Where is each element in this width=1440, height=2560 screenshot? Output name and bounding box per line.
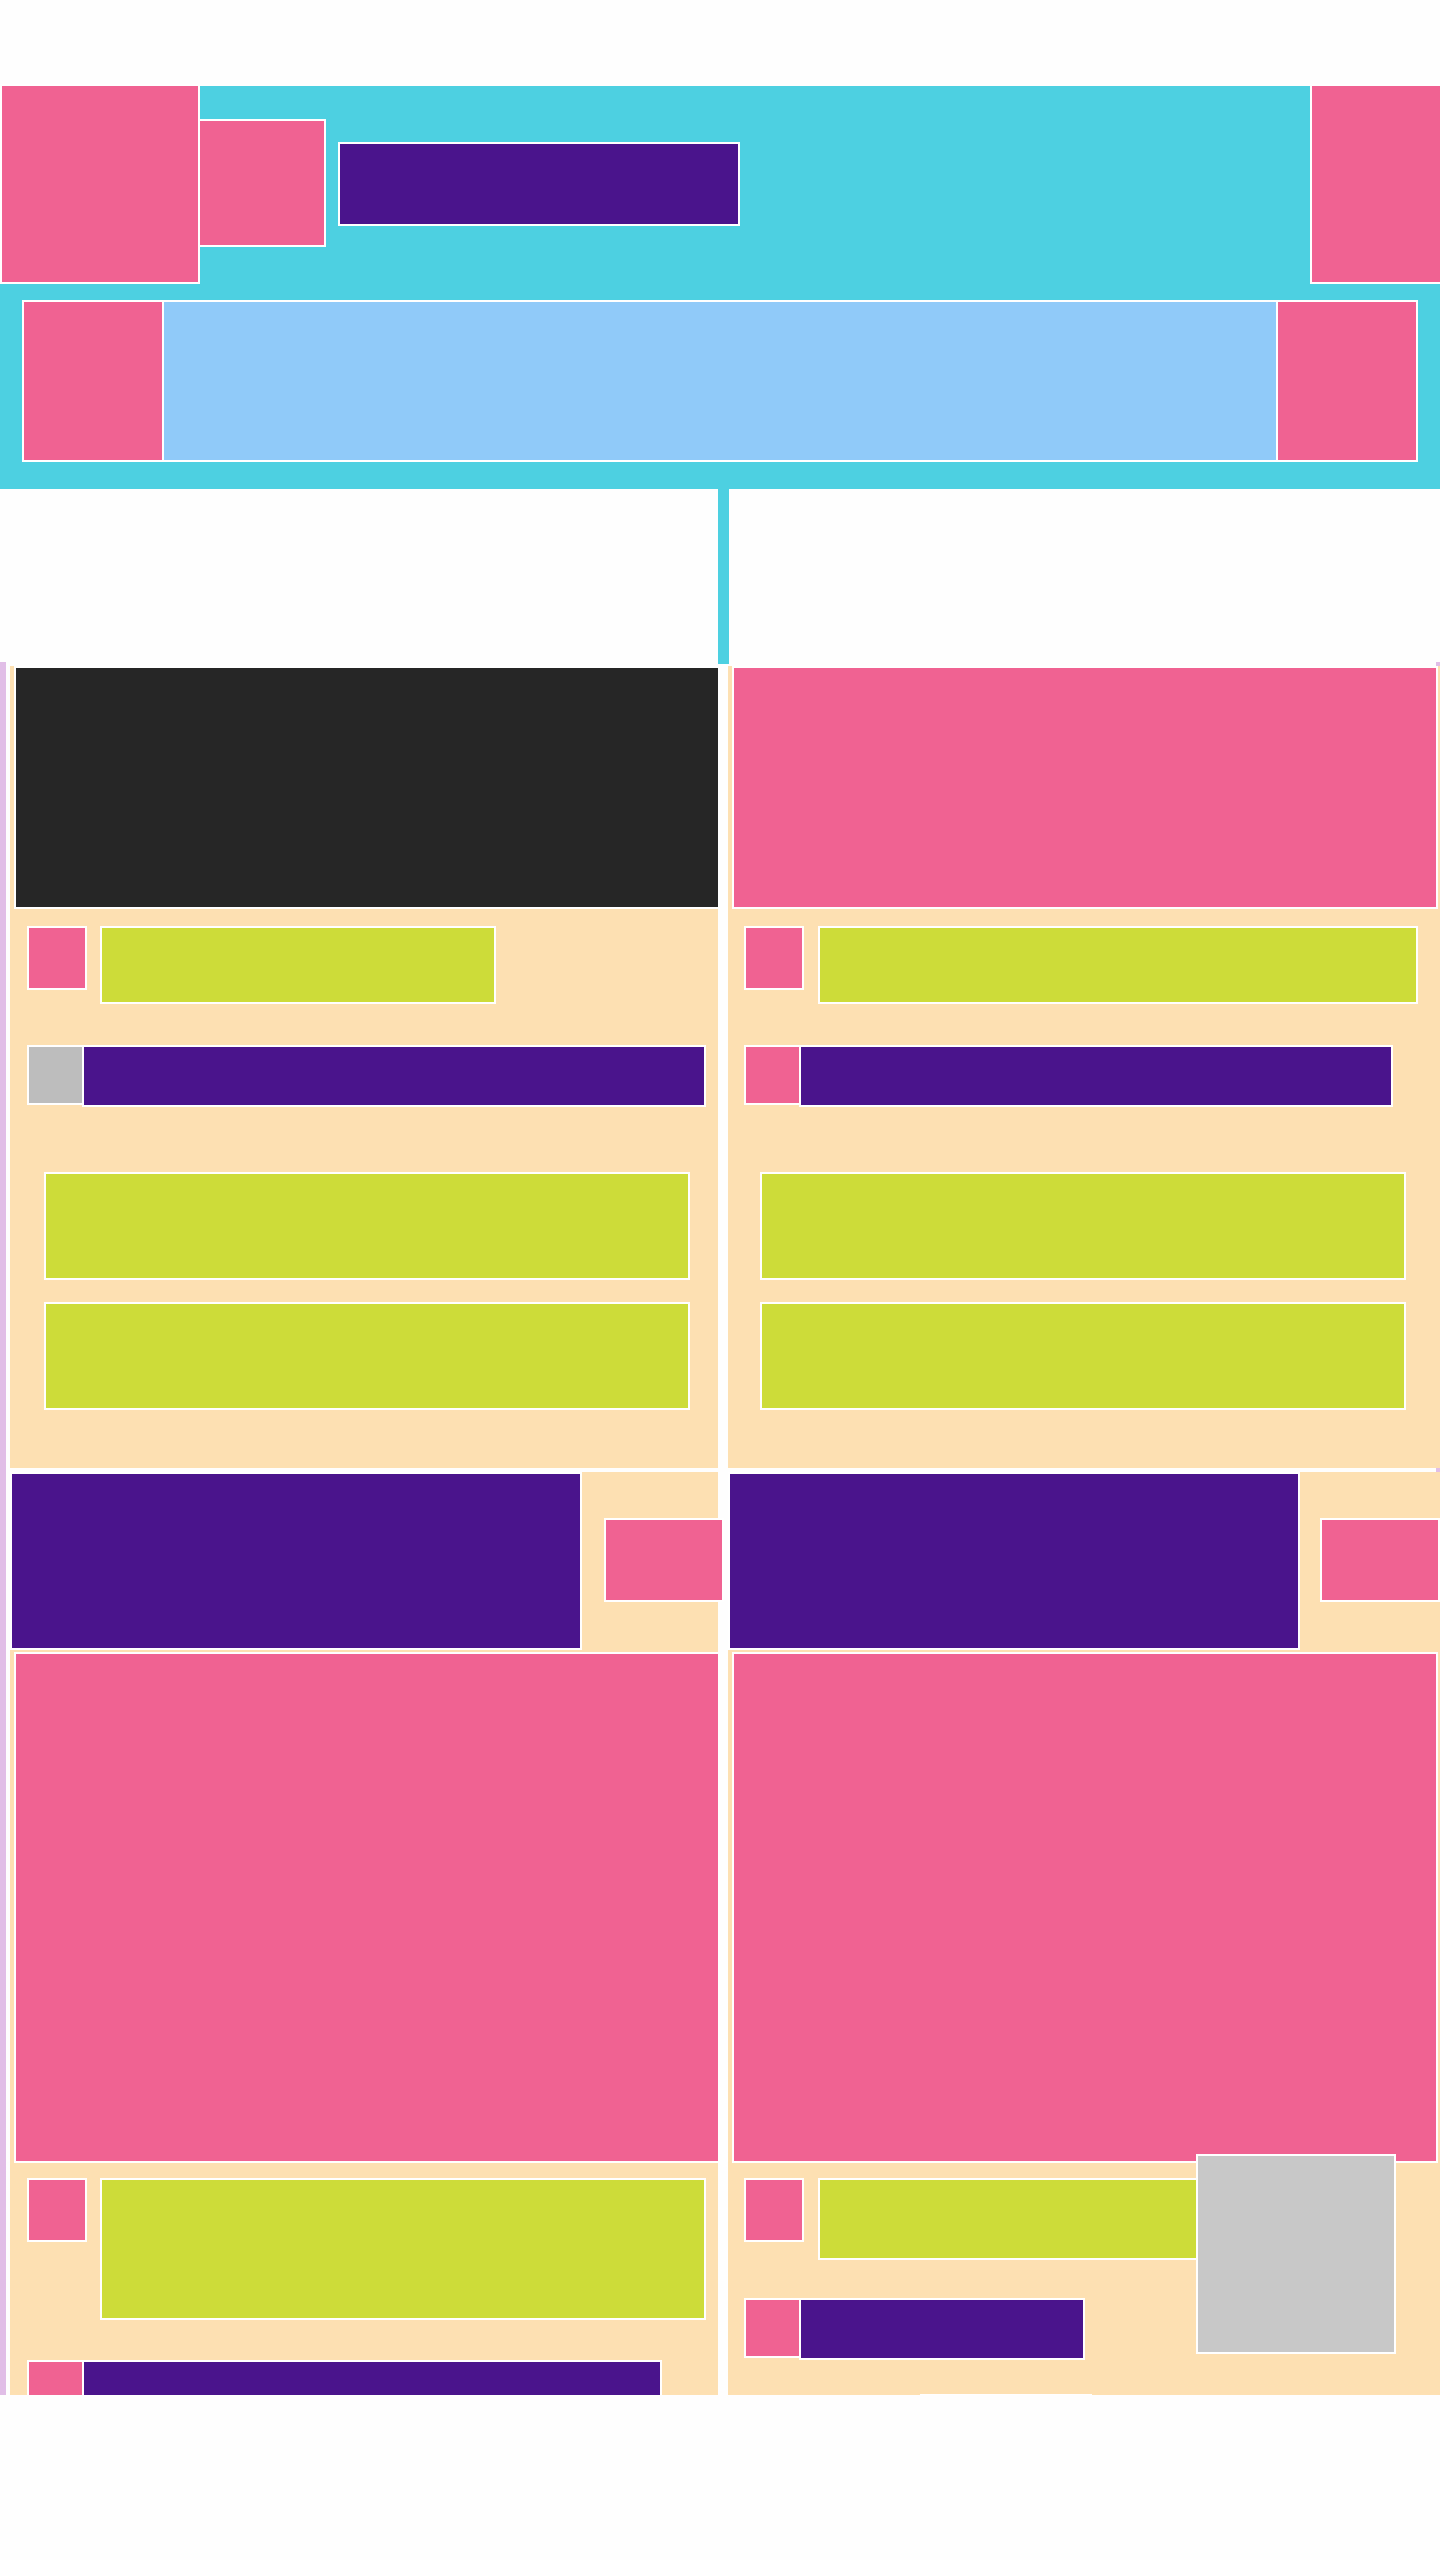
- banner-text: [10, 1472, 582, 1650]
- logo-icon: [198, 119, 326, 247]
- action-icon[interactable]: [1320, 1518, 1440, 1602]
- card-media[interactable]: [732, 1652, 1438, 2163]
- content-line: [760, 1172, 1406, 1280]
- avatar-placeholder-icon: [27, 1045, 87, 1105]
- grid-divider: [0, 662, 6, 2395]
- meta-text: [799, 2298, 1085, 2360]
- card-media[interactable]: [14, 666, 720, 909]
- card-media[interactable]: [14, 1652, 720, 2163]
- thumbnail-placeholder[interactable]: [1196, 2154, 1396, 2354]
- meta-text: [799, 1045, 1393, 1107]
- content-line: [44, 1302, 690, 1410]
- tag-icon: [744, 2298, 804, 2358]
- more-icon[interactable]: [1310, 84, 1440, 284]
- page-title: [338, 142, 740, 226]
- avatar-icon[interactable]: [27, 926, 87, 990]
- meta-text: [82, 1045, 706, 1107]
- search-input[interactable]: [22, 300, 1418, 462]
- filter-icon[interactable]: [1276, 300, 1418, 462]
- header-connector: [718, 488, 729, 664]
- search-icon[interactable]: [22, 300, 164, 462]
- card-grid: [0, 662, 1440, 2395]
- menu-icon[interactable]: [0, 84, 200, 284]
- author-name: [100, 2178, 706, 2320]
- tag-icon: [27, 2360, 87, 2395]
- tag-icon: [744, 1045, 804, 1105]
- app-screen: [0, 0, 1440, 2560]
- card-media[interactable]: [732, 666, 1438, 909]
- meta-text: [82, 2360, 662, 2395]
- author-name: [100, 926, 496, 1004]
- content-line: [760, 1302, 1406, 1410]
- avatar-icon[interactable]: [744, 2178, 804, 2242]
- avatar-icon[interactable]: [27, 2178, 87, 2242]
- action-icon[interactable]: [604, 1518, 724, 1602]
- author-name: [818, 926, 1418, 1004]
- avatar-icon[interactable]: [744, 926, 804, 990]
- banner-text: [728, 1472, 1300, 1650]
- content-line: [44, 1172, 690, 1280]
- page-background: [0, 2395, 1440, 2560]
